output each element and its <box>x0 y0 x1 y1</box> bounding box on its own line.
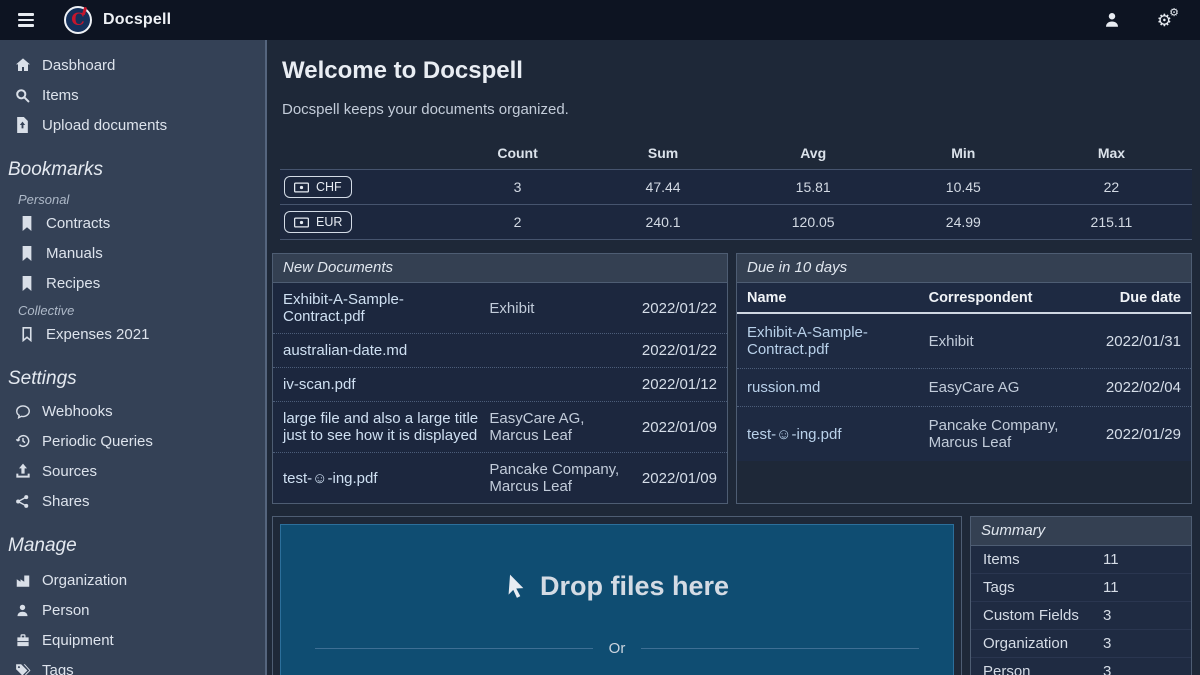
document-row[interactable]: australian-date.md 2022/01/22 <box>273 334 727 368</box>
bookmark-icon <box>18 246 35 261</box>
page-title: Welcome to Docspell <box>282 57 1192 85</box>
summary-row-organization: Organization 3 <box>971 630 1191 658</box>
sidebar: Dasbhoard Items Upload documents Bookmar… <box>0 40 267 675</box>
sidebar-item-dashboard[interactable]: Dasbhoard <box>0 50 265 80</box>
sidebar-item-tags[interactable]: Tags <box>0 655 265 675</box>
bookmark-icon <box>18 276 35 291</box>
stats-col-sum: Sum <box>596 140 731 170</box>
sidebar-item-equipment[interactable]: Equipment <box>0 625 265 655</box>
stats-col-count: Count <box>440 140 596 170</box>
dashboard-panels: New Documents Exhibit-A-Sample-Contract.… <box>272 253 1192 504</box>
history-icon <box>14 433 31 449</box>
bookmark-outline-icon <box>18 327 35 342</box>
due-table: Name Correspondent Due date Exhibit-A-Sa… <box>737 283 1191 461</box>
sidebar-item-periodic-queries[interactable]: Periodic Queries <box>0 426 265 456</box>
sidebar-item-organization[interactable]: Organization <box>0 565 265 595</box>
summary-row-tags: Tags 11 <box>971 574 1191 602</box>
dropzone-title: Drop files here <box>505 571 729 602</box>
money-bill-icon <box>294 182 309 193</box>
docspell-logo-icon: C <box>64 6 92 34</box>
settings-gears-icon[interactable]: ⚙⚙ <box>1157 12 1172 29</box>
summary-panel: Summary Items 11 Tags 11 Custom Fields 3… <box>970 516 1192 675</box>
stats-row-chf: CHF 3 47.44 15.81 10.45 22 <box>280 170 1192 205</box>
stats-header-row: Count Sum Avg Min Max <box>280 140 1192 170</box>
tags-icon <box>14 663 31 675</box>
section-title-manage: Manage <box>8 535 257 557</box>
mouse-pointer-icon <box>505 573 527 601</box>
section-title-settings: Settings <box>8 368 257 390</box>
stats-col-avg: Avg <box>731 140 896 170</box>
document-row[interactable]: iv-scan.pdf 2022/01/12 <box>273 368 727 402</box>
due-row[interactable]: test-☺-ing.pdf Pancake Company, Marcus L… <box>737 407 1191 462</box>
due-panel: Due in 10 days Name Correspondent Due da… <box>736 253 1192 504</box>
sidebar-item-contracts[interactable]: Contracts <box>0 208 265 238</box>
document-row[interactable]: Exhibit-A-Sample-Contract.pdf Exhibit 20… <box>273 283 727 334</box>
currency-badge-eur[interactable]: EUR <box>284 211 352 233</box>
user-account-icon[interactable] <box>1103 11 1121 29</box>
toolbox-icon <box>14 633 31 648</box>
or-divider: Or <box>315 640 920 657</box>
currency-badge-chf[interactable]: CHF <box>284 176 352 198</box>
new-documents-title: New Documents <box>273 254 727 283</box>
sidebar-item-expenses-2021[interactable]: Expenses 2021 <box>0 319 265 349</box>
summary-row-person: Person 3 <box>971 658 1191 675</box>
document-row[interactable]: test-☺-ing.pdf Pancake Company, Marcus L… <box>273 453 727 503</box>
bottom-panels: Drop files here Or Select… Summary Items <box>272 516 1192 675</box>
sidebar-item-items[interactable]: Items <box>0 80 265 110</box>
upload-icon <box>14 463 31 479</box>
bookmark-icon <box>18 216 35 231</box>
summary-row-items: Items 11 <box>971 546 1191 574</box>
due-row[interactable]: Exhibit-A-Sample-Contract.pdf Exhibit 20… <box>737 313 1191 369</box>
page-subtitle: Docspell keeps your documents organized. <box>282 101 1192 118</box>
sidebar-item-upload-documents[interactable]: Upload documents <box>0 110 265 140</box>
due-panel-title: Due in 10 days <box>737 254 1191 283</box>
sidebar-item-shares[interactable]: Shares <box>0 486 265 516</box>
group-label-collective: Collective <box>0 298 265 319</box>
stats-row-eur: EUR 2 240.1 120.05 24.99 215.11 <box>280 205 1192 240</box>
topbar: C Docspell ⚙⚙ <box>0 0 1200 40</box>
stats-table: Count Sum Avg Min Max CHF 3 47.44 15.81 <box>280 140 1192 240</box>
topbar-actions: ⚙⚙ <box>1103 11 1178 29</box>
due-header-row: Name Correspondent Due date <box>737 283 1191 313</box>
section-title-bookmarks: Bookmarks <box>8 159 257 181</box>
stats-col-max: Max <box>1031 140 1192 170</box>
summary-row-custom-fields: Custom Fields 3 <box>971 602 1191 630</box>
app-title: Docspell <box>103 11 171 29</box>
stats-col-min: Min <box>896 140 1031 170</box>
file-dropzone[interactable]: Drop files here Or Select… <box>280 524 954 675</box>
comment-icon <box>14 404 31 419</box>
home-icon <box>14 57 31 73</box>
sidebar-item-sources[interactable]: Sources <box>0 456 265 486</box>
file-upload-icon <box>14 117 31 133</box>
sidebar-item-recipes[interactable]: Recipes <box>0 268 265 298</box>
document-row[interactable]: large file and also a large title just t… <box>273 402 727 453</box>
sidebar-item-person[interactable]: Person <box>0 595 265 625</box>
main-content: Welcome to Docspell Docspell keeps your … <box>269 40 1200 675</box>
sidebar-item-manuals[interactable]: Manuals <box>0 238 265 268</box>
sidebar-item-webhooks[interactable]: Webhooks <box>0 396 265 426</box>
due-row[interactable]: russion.md EasyCare AG 2022/02/04 <box>737 369 1191 407</box>
share-icon <box>14 494 31 509</box>
money-bill-icon <box>294 217 309 228</box>
search-icon <box>14 88 31 103</box>
person-icon <box>14 603 31 618</box>
industry-icon <box>14 573 31 588</box>
upload-panel: Drop files here Or Select… <box>272 516 962 675</box>
group-label-personal: Personal <box>0 187 265 208</box>
new-documents-panel: New Documents Exhibit-A-Sample-Contract.… <box>272 253 728 504</box>
menu-toggle-button[interactable] <box>12 7 40 33</box>
summary-title: Summary <box>971 517 1191 546</box>
